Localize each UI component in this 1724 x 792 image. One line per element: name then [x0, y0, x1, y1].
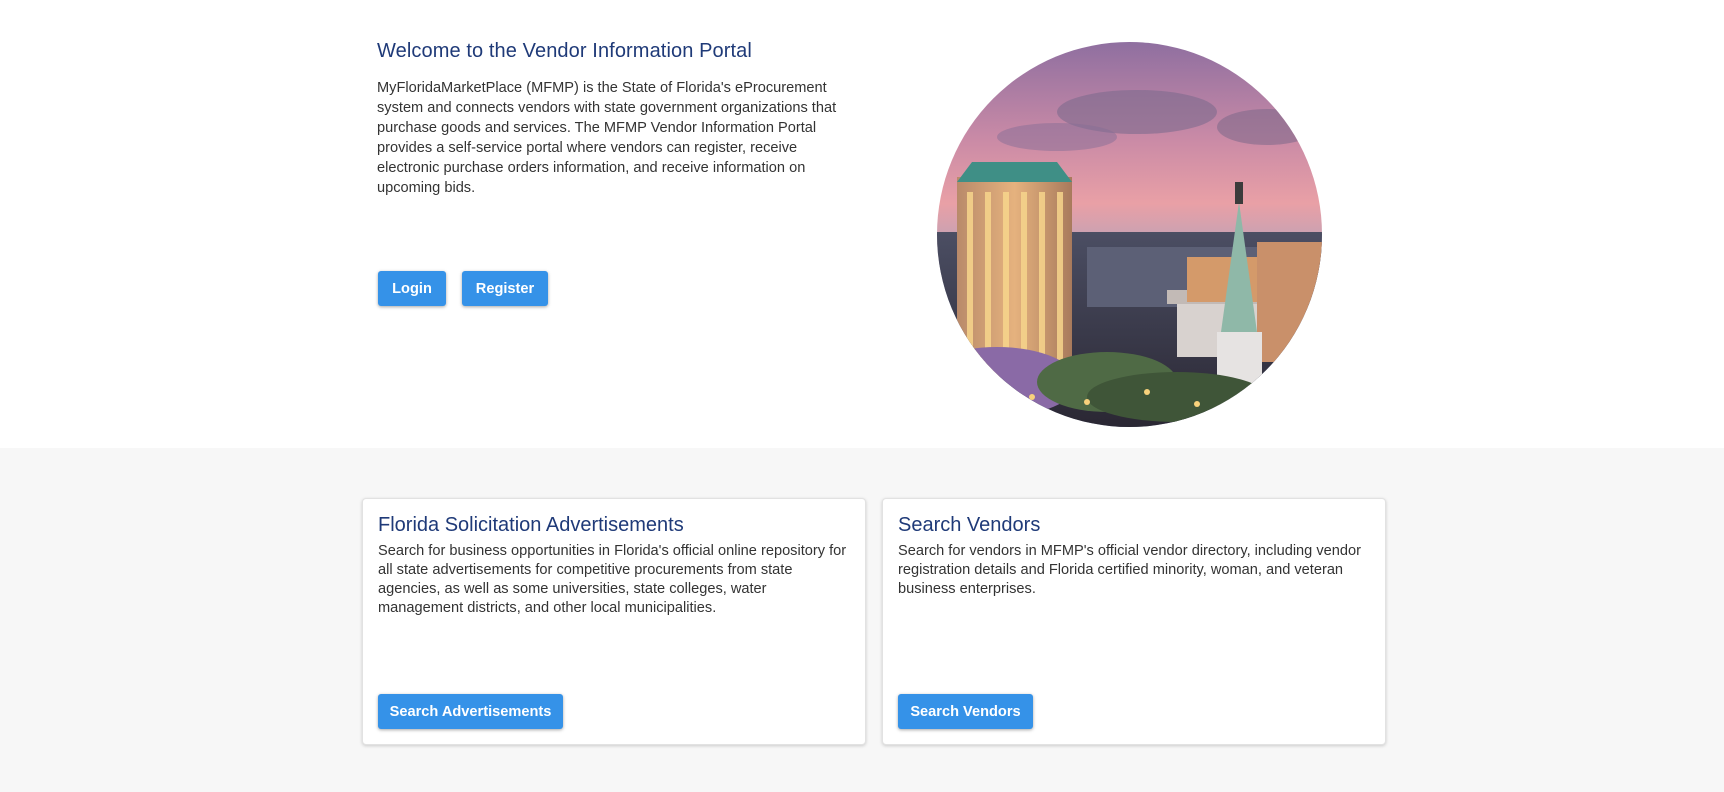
- search-advertisements-button[interactable]: Search Advertisements: [378, 694, 563, 729]
- page-title: Welcome to the Vendor Information Portal: [377, 40, 752, 62]
- card-description: Search for vendors in MFMP's official ve…: [898, 543, 1361, 597]
- card-description: Search for business opportunities in Flo…: [378, 543, 847, 616]
- solicitation-card: Florida Solicitation Advertisements Sear…: [362, 498, 866, 745]
- search-vendors-card: Search Vendors Search for vendors in MFM…: [882, 498, 1386, 745]
- hero-description: MyFloridaMarketPlace (MFMP) is the State…: [377, 80, 837, 196]
- card-title: Search Vendors: [898, 514, 1041, 536]
- login-button[interactable]: Login: [378, 271, 446, 306]
- register-button[interactable]: Register: [462, 271, 548, 306]
- card-title: Florida Solicitation Advertisements: [378, 514, 684, 536]
- city-skyline-image: [937, 42, 1322, 427]
- search-vendors-button[interactable]: Search Vendors: [898, 694, 1033, 729]
- hero-section: Welcome to the Vendor Information Portal…: [0, 0, 1724, 448]
